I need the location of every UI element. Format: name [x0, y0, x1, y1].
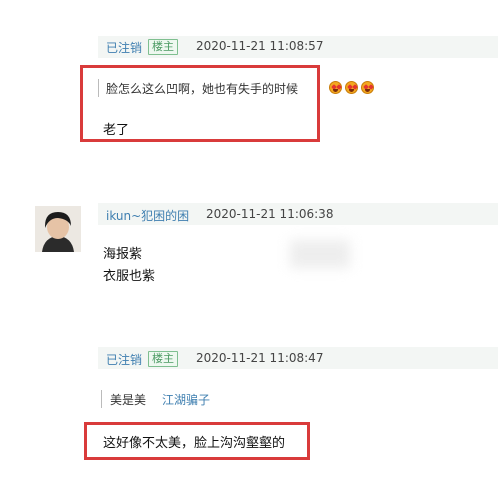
thread-owner-badge: 楼主: [148, 351, 178, 367]
star-struck-emoji-icon: [361, 81, 374, 94]
blurred-area: [290, 240, 350, 268]
post-timestamp: 2020-11-21 11:08:47: [196, 351, 324, 365]
quoted-username-link[interactable]: 江湖骗子: [162, 391, 210, 408]
post-timestamp: 2020-11-21 11:08:57: [196, 39, 324, 53]
quoted-comment: 美是美: [110, 393, 147, 407]
post-timestamp: 2020-11-21 11:06:38: [206, 207, 334, 221]
thread-owner-badge: 楼主: [148, 39, 178, 55]
username-link[interactable]: ikun~犯困的困: [106, 207, 189, 224]
username-link[interactable]: 已注销: [106, 351, 142, 368]
comment-line: 海报紫: [103, 247, 143, 262]
star-struck-emoji-icon: [345, 81, 358, 94]
username-link[interactable]: 已注销: [106, 39, 142, 56]
quoted-comment: 脸怎么这么凹啊，她也有失手的时候: [106, 82, 299, 96]
quote-divider: [98, 79, 99, 97]
comment-line: 衣服也紫: [103, 269, 156, 284]
quote-divider: [101, 390, 102, 408]
reply-text: 老了: [103, 123, 130, 138]
avatar[interactable]: [35, 206, 81, 252]
avatar-image: [35, 206, 81, 252]
star-struck-emoji-icon: [329, 81, 342, 94]
reply-text: 这好像不太美，脸上沟沟壑壑的: [103, 436, 286, 451]
